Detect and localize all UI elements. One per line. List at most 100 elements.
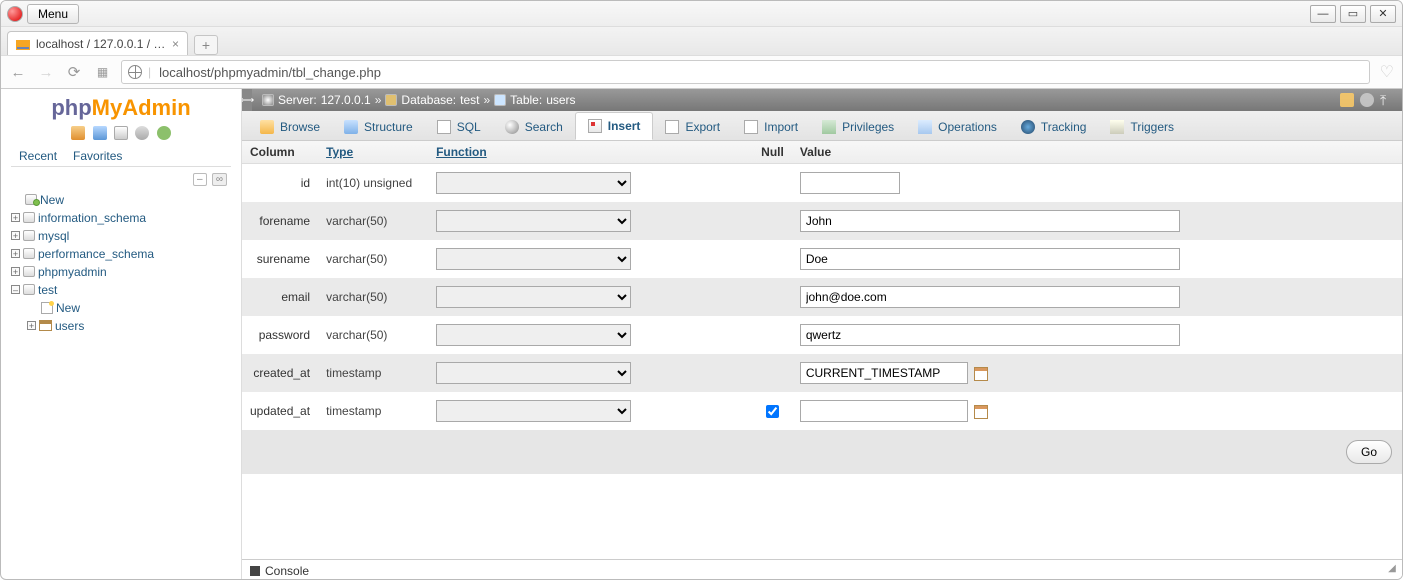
opera-icon [7, 6, 23, 22]
expand-icon[interactable]: + [11, 249, 20, 258]
function-select[interactable] [436, 324, 631, 346]
browse-icon [260, 120, 274, 134]
expand-icon[interactable]: + [11, 213, 20, 222]
tab-insert[interactable]: Insert [575, 112, 654, 140]
apps-button[interactable]: ▦ [93, 65, 111, 79]
page-settings-icon[interactable] [1360, 93, 1374, 107]
home-icon[interactable] [71, 126, 85, 140]
table-tabs: Browse Structure SQL Search Insert Expor… [242, 111, 1402, 141]
settings-icon[interactable] [135, 126, 149, 140]
main-scroll[interactable]: ⟷ Server: 127.0.0.1 » Database: test » T… [242, 89, 1402, 559]
back-button[interactable]: ← [9, 64, 27, 81]
function-select[interactable] [436, 362, 631, 384]
tab-browse[interactable]: Browse [248, 114, 332, 140]
phpmyadmin-favicon [16, 39, 30, 49]
datepicker-icon[interactable] [974, 367, 988, 381]
value-input[interactable] [800, 286, 1180, 308]
th-type[interactable]: Type [318, 141, 428, 164]
insert-icon [588, 119, 602, 133]
lock-icon[interactable] [1340, 93, 1354, 107]
logout-icon[interactable] [93, 126, 107, 140]
collapse-top-icon[interactable]: ⤒ [1380, 93, 1394, 107]
operations-icon [918, 120, 932, 134]
console-toggle-icon[interactable] [250, 566, 260, 576]
function-select[interactable] [436, 210, 631, 232]
tab-privileges[interactable]: Privileges [810, 114, 906, 140]
collapse-icon[interactable]: – [11, 285, 20, 294]
value-input[interactable] [800, 324, 1180, 346]
tab-favorites[interactable]: Favorites [65, 146, 130, 166]
tree-db-test[interactable]: – test [7, 281, 235, 299]
reload-nav-icon[interactable] [157, 126, 171, 140]
sidebar-toggle-handle[interactable]: ⟷ [242, 89, 252, 111]
function-select[interactable] [436, 400, 631, 422]
tab-recent[interactable]: Recent [11, 146, 65, 166]
expand-icon[interactable]: + [11, 267, 20, 276]
close-button[interactable]: ✕ [1370, 5, 1396, 23]
tree-db-performance-schema[interactable]: + performance_schema [7, 245, 235, 263]
forward-button[interactable]: → [37, 64, 55, 81]
expand-icon[interactable]: + [11, 231, 20, 240]
tab-search[interactable]: Search [493, 114, 575, 140]
value-input[interactable] [800, 400, 968, 422]
function-select[interactable] [436, 248, 631, 270]
tab-structure[interactable]: Structure [332, 114, 425, 140]
address-field-wrap[interactable]: | [121, 60, 1370, 84]
docs-icon[interactable] [114, 126, 128, 140]
bookmark-heart-icon[interactable]: ♡ [1380, 62, 1394, 82]
value-input[interactable] [800, 248, 1180, 270]
tab-import[interactable]: Import [732, 114, 810, 140]
breadcrumb: Server: 127.0.0.1 » Database: test » Tab… [242, 89, 1402, 111]
col-name: id [242, 164, 318, 203]
privileges-icon [822, 120, 836, 134]
value-input[interactable] [800, 172, 900, 194]
function-select[interactable] [436, 286, 631, 308]
expand-icon[interactable]: + [27, 321, 36, 330]
col-name: password [242, 316, 318, 354]
tab-sql[interactable]: SQL [425, 114, 493, 140]
titlebar: Menu — ▭ ✕ [1, 1, 1402, 27]
server-icon [262, 94, 274, 106]
minimize-button[interactable]: — [1310, 5, 1336, 23]
value-input[interactable] [800, 210, 1180, 232]
collapse-all-button[interactable]: – [193, 173, 207, 186]
browser-window: Menu — ▭ ✕ localhost / 127.0.0.1 / test … [0, 0, 1403, 580]
menu-button[interactable]: Menu [27, 4, 79, 24]
datepicker-icon[interactable] [974, 405, 988, 419]
tab-tracking[interactable]: Tracking [1009, 114, 1099, 140]
th-value: Value [792, 141, 1402, 164]
unlink-button[interactable]: ∞ [212, 173, 227, 186]
tree-db-information-schema[interactable]: + information_schema [7, 209, 235, 227]
col-type: timestamp [318, 354, 428, 392]
tab-triggers[interactable]: Triggers [1098, 114, 1186, 140]
tree-test-new-table[interactable]: New [7, 299, 235, 317]
col-type: varchar(50) [318, 240, 428, 278]
th-function[interactable]: Function [428, 141, 753, 164]
tree-new-db[interactable]: New [7, 191, 235, 209]
value-input[interactable] [800, 362, 968, 384]
tab-export[interactable]: Export [653, 114, 732, 140]
browser-tab-active[interactable]: localhost / 127.0.0.1 / test × [7, 31, 188, 55]
console-bar[interactable]: Console [242, 559, 1402, 580]
tree-db-phpmyadmin[interactable]: + phpmyadmin [7, 263, 235, 281]
maximize-button[interactable]: ▭ [1340, 5, 1366, 23]
insert-row-created_at: created_attimestamp [242, 354, 1402, 392]
reload-button[interactable]: ⟳ [65, 63, 83, 81]
go-button[interactable]: Go [1346, 440, 1392, 464]
tab-operations[interactable]: Operations [906, 114, 1009, 140]
bc-table-value[interactable]: users [546, 93, 575, 107]
tree-db-mysql[interactable]: + mysql [7, 227, 235, 245]
table-icon [39, 320, 52, 331]
new-table-icon [41, 302, 53, 314]
bc-db-value[interactable]: test [460, 93, 479, 107]
null-checkbox[interactable] [766, 405, 779, 418]
function-select[interactable] [436, 172, 631, 194]
tab-close-icon[interactable]: × [172, 37, 179, 51]
bc-server-value[interactable]: 127.0.0.1 [321, 93, 371, 107]
pma-logo: phpMyAdmin [5, 95, 237, 121]
new-tab-button[interactable]: + [194, 35, 218, 55]
sql-icon [437, 120, 451, 134]
globe-icon [128, 65, 142, 79]
url-input[interactable] [157, 64, 1363, 81]
tree-table-users[interactable]: + users [7, 317, 235, 335]
